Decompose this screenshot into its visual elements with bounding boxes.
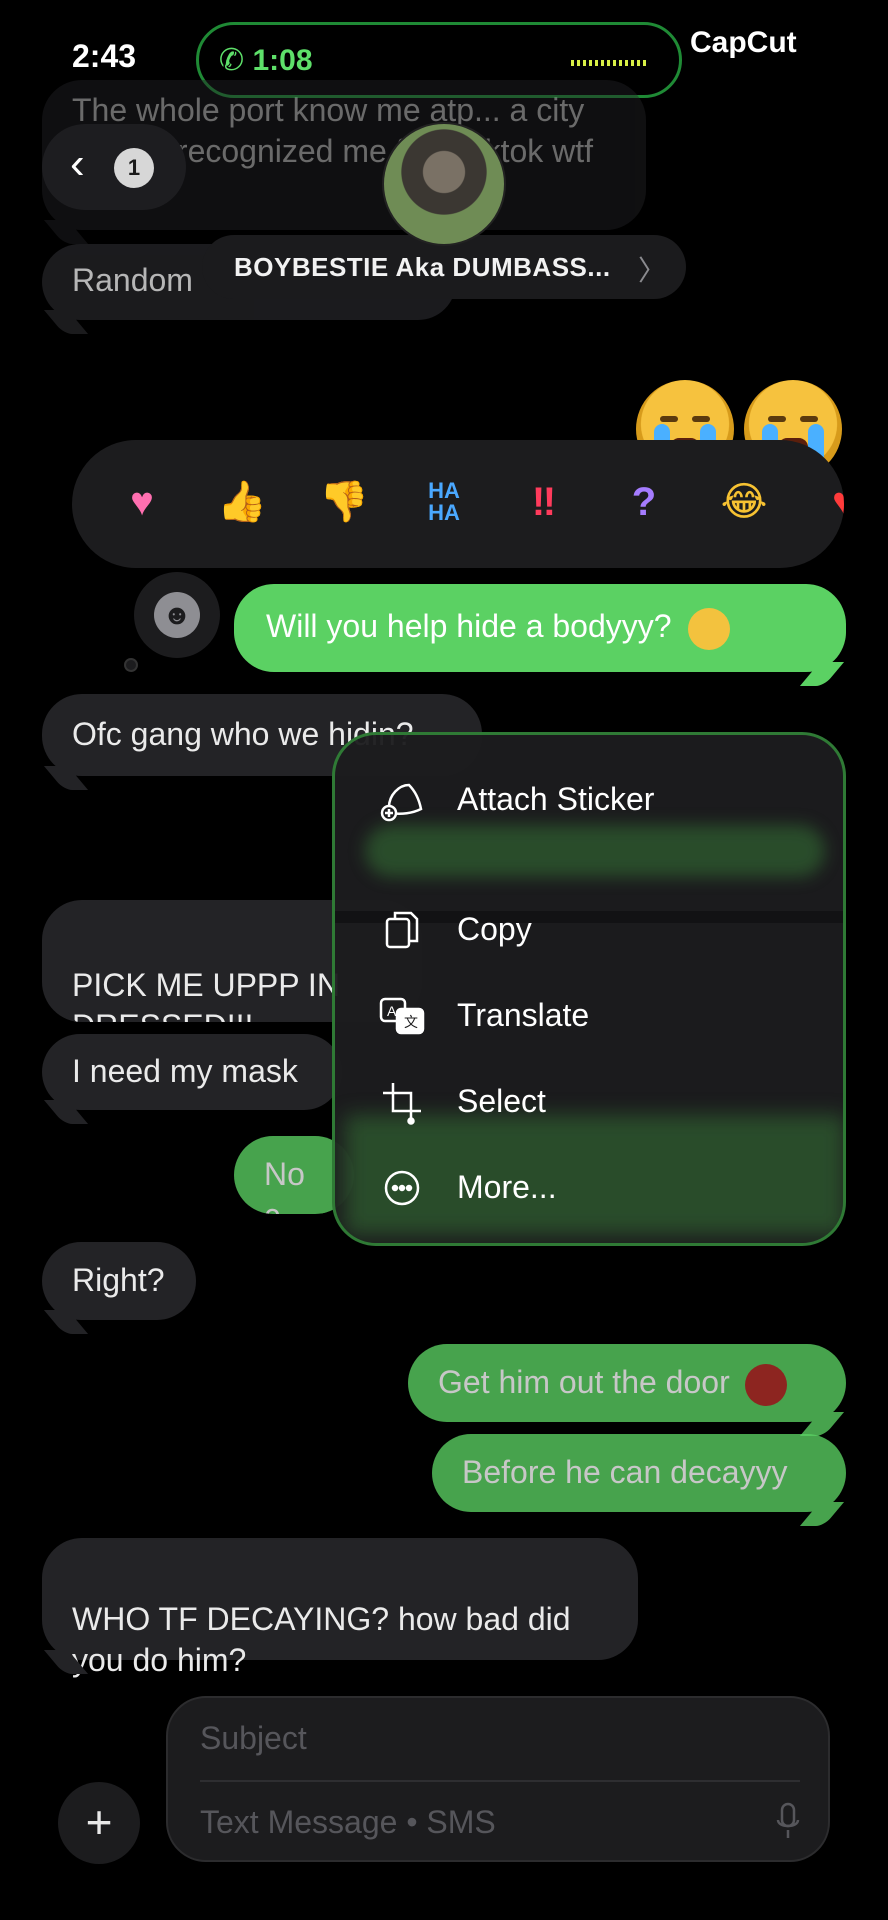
tapback-tail-dot: [124, 658, 138, 672]
thumbs-up-icon[interactable]: 👍: [210, 470, 274, 534]
phone-icon: ✆: [219, 44, 253, 77]
smiley-icon: ☻: [154, 592, 200, 638]
pleading-face-icon: [688, 607, 731, 650]
plus-icon: +: [85, 1796, 113, 1848]
select-icon: [383, 1083, 421, 1125]
menu-item-label: Attach Sticker: [457, 781, 655, 817]
tapback-bar: ♥ 👍 👎 HA HA ‼ ? 😂 ♥: [72, 440, 844, 568]
menu-item-label: More...: [457, 1169, 557, 1205]
svg-text:文: 文: [404, 1015, 418, 1031]
more-icon: [384, 1170, 420, 1206]
red-heart-icon[interactable]: ♥: [812, 470, 844, 534]
message-text: Will you help hide a bodyyy?: [266, 608, 672, 644]
message-text: PICK ME UPPP IN DRESSED!!!: [72, 967, 340, 1022]
heart-icon[interactable]: ♥: [110, 470, 174, 534]
composer-divider: [200, 1780, 800, 1782]
contact-name: BOYBESTIE Aka DUMBASS...: [234, 252, 611, 282]
message-outgoing[interactable]: Before he can decayyy: [432, 1434, 846, 1512]
message-input[interactable]: Text Message • SMS: [200, 1804, 496, 1841]
message-outgoing-selected[interactable]: Will you help hide a bodyyy?: [234, 584, 846, 672]
menu-item-more[interactable]: More...: [335, 1153, 843, 1223]
menu-item-label: Copy: [457, 911, 532, 947]
microphone-icon[interactable]: [776, 1802, 800, 1840]
back-button[interactable]: ‹ 1: [42, 124, 186, 210]
call-timer: ✆ 1:08: [219, 43, 313, 78]
copy-icon: [385, 911, 419, 949]
message-text: Random: [72, 262, 193, 298]
message-composer[interactable]: Subject Text Message • SMS: [166, 1696, 830, 1862]
status-time: 2:43: [72, 38, 137, 74]
message-text: Before he can decayyy: [462, 1454, 788, 1490]
menu-item-select[interactable]: Select: [335, 1067, 843, 1137]
sticker-icon: [380, 783, 423, 822]
exclamation-icon[interactable]: ‼: [512, 470, 576, 534]
menu-item-translate[interactable]: A 文 Translate: [335, 981, 843, 1051]
message-incoming[interactable]: I need my mask: [42, 1034, 342, 1110]
message-incoming[interactable]: Right?: [42, 1242, 196, 1320]
message-text: Right?: [72, 1262, 165, 1298]
chevron-right-icon: 〉: [637, 255, 666, 286]
call-timer-label: 1:08: [252, 44, 313, 77]
message-incoming[interactable]: WHO TF DECAYING? how bad did you do him?: [42, 1538, 638, 1678]
svg-text:A: A: [387, 1003, 397, 1019]
audio-wave-icon: [571, 60, 649, 66]
message-text: WHO TF DECAYING? how bad did you do him?: [72, 1601, 571, 1678]
add-emoji-reaction-button[interactable]: ☻: [134, 572, 220, 658]
thumbs-down-icon[interactable]: 👎: [312, 470, 376, 534]
haha-icon[interactable]: HA HA: [412, 470, 476, 534]
ogre-icon: [744, 1363, 787, 1406]
context-menu: Attach Sticker Copy A 文 Translate Select: [332, 732, 846, 1246]
subject-input[interactable]: Subject: [200, 1720, 307, 1757]
laughing-icon[interactable]: 😂: [712, 470, 776, 534]
message-text: I need my mask: [72, 1053, 298, 1089]
unread-count-badge: 1: [114, 148, 154, 188]
message-text: No c: [264, 1156, 305, 1214]
capcut-watermark: CapCut: [690, 26, 797, 59]
menu-item-attach-sticker[interactable]: Attach Sticker: [335, 765, 843, 835]
translate-icon: A 文: [379, 997, 425, 1035]
menu-item-label: Translate: [457, 997, 590, 1033]
menu-item-copy[interactable]: Copy: [335, 895, 843, 965]
message-outgoing[interactable]: Get him out the door: [408, 1344, 846, 1422]
message-text: Get him out the door: [438, 1364, 730, 1400]
question-icon[interactable]: ?: [612, 470, 676, 534]
add-attachment-button[interactable]: +: [58, 1782, 140, 1864]
chevron-left-icon: ‹: [70, 139, 85, 188]
menu-item-label: Select: [457, 1083, 546, 1119]
avatar[interactable]: [382, 122, 506, 246]
